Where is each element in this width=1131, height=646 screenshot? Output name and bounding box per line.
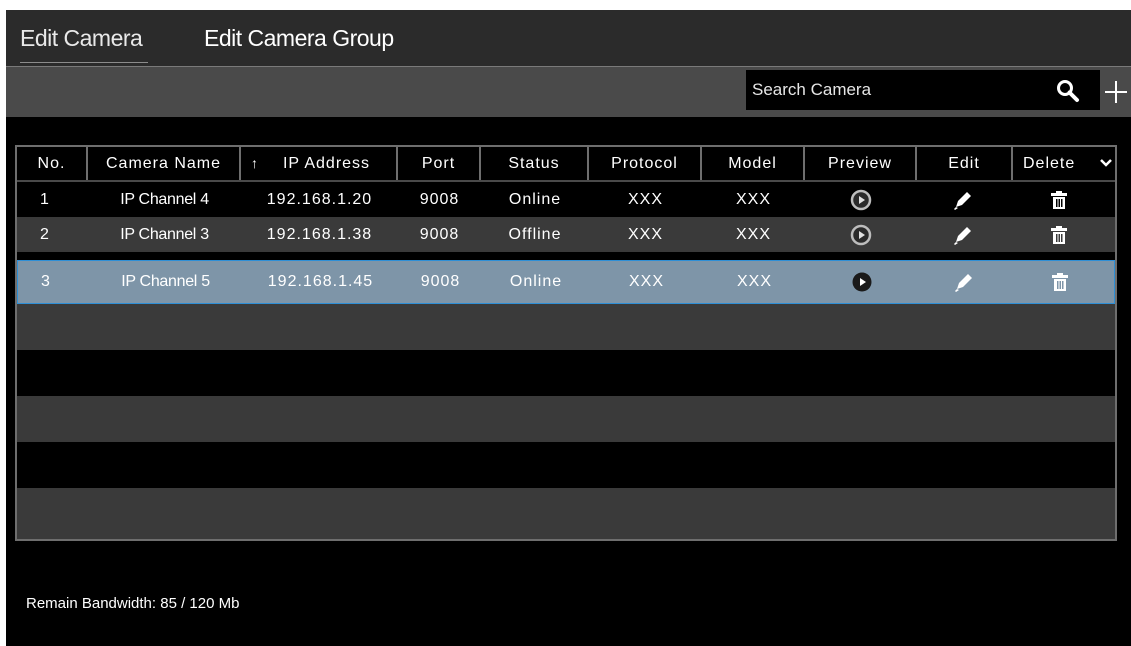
cell-camera-name: IP Channel 4 [120, 191, 209, 208]
cell-protocol: XXX [627, 226, 663, 243]
cell-model: XXX [736, 273, 772, 290]
remain-bandwidth-label: Remain Bandwidth: 85 / 120 Mb [26, 595, 240, 612]
row-spacer [17, 252, 1115, 260]
cell-model: XXX [735, 226, 771, 243]
sort-arrow-icon: ↑ [251, 155, 258, 171]
table-row[interactable]: 1 IP Channel 4 192.168.1.20 9008 Online … [17, 182, 1115, 217]
cell-camera-name: IP Channel 3 [120, 226, 209, 243]
edit-pencil-icon[interactable] [952, 189, 974, 211]
column-header-ip-address[interactable]: ↑ IP Address [241, 147, 398, 180]
column-header-preview[interactable]: Preview [805, 147, 917, 180]
camera-table: No. Camera Name ↑ IP Address Port Status… [15, 145, 1117, 541]
preview-play-icon[interactable] [851, 271, 873, 293]
table-row-selected[interactable]: 3 IP Channel 5 192.168.1.45 9008 Online … [17, 260, 1115, 304]
tab-edit-camera-group[interactable]: Edit Camera Group [204, 25, 394, 52]
preview-play-icon[interactable] [850, 189, 872, 211]
cell-port: 9008 [419, 191, 460, 208]
column-header-model[interactable]: Model [702, 147, 805, 180]
column-header-label: Camera Name [105, 155, 222, 172]
cell-status: Online [508, 191, 562, 208]
column-header-port[interactable]: Port [398, 147, 481, 180]
cell-status: Offline [508, 226, 562, 243]
delete-trash-icon[interactable] [1048, 224, 1070, 246]
column-header-status[interactable]: Status [481, 147, 589, 180]
cell-protocol: XXX [628, 273, 664, 290]
column-header-label: Port [421, 155, 456, 172]
column-header-label: Model [728, 155, 777, 172]
column-header-no[interactable]: No. [17, 147, 88, 180]
column-header-label: Edit [948, 155, 980, 172]
empty-row [17, 350, 1115, 396]
table-header: No. Camera Name ↑ IP Address Port Status… [17, 147, 1115, 182]
cell-ip-address: 192.168.1.20 [266, 191, 373, 208]
add-camera-plus-icon[interactable] [1103, 73, 1129, 109]
cell-port: 9008 [419, 226, 460, 243]
tab-bar: Edit Camera Edit Camera Group [6, 10, 1131, 66]
active-tab-underline [20, 62, 148, 63]
edit-pencil-icon[interactable] [952, 224, 974, 246]
delete-trash-icon[interactable] [1049, 271, 1071, 293]
empty-row [17, 488, 1115, 539]
cell-no: 2 [40, 226, 50, 243]
column-header-label: Preview [828, 155, 892, 172]
cell-status: Online [509, 273, 563, 290]
empty-row [17, 304, 1115, 350]
cell-ip-address: 192.168.1.38 [266, 226, 373, 243]
search-input[interactable] [752, 78, 1032, 102]
cell-model: XXX [735, 191, 771, 208]
empty-row [17, 396, 1115, 442]
cell-no: 1 [40, 191, 50, 208]
table-row[interactable]: 2 IP Channel 3 192.168.1.38 9008 Offline… [17, 217, 1115, 252]
cell-no: 3 [41, 273, 51, 290]
cell-camera-name: IP Channel 5 [121, 273, 210, 290]
search-box [746, 70, 1100, 110]
column-header-protocol[interactable]: Protocol [589, 147, 702, 180]
cell-protocol: XXX [627, 191, 663, 208]
column-header-edit[interactable]: Edit [917, 147, 1013, 180]
column-header-label: IP Address [282, 155, 371, 172]
edit-camera-panel: Edit Camera Edit Camera Group No. Camera… [6, 10, 1131, 646]
edit-pencil-icon[interactable] [953, 271, 975, 293]
column-header-delete[interactable]: Delete [1013, 147, 1115, 180]
chevron-down-icon[interactable] [1099, 157, 1113, 169]
column-header-label: Protocol [611, 155, 678, 172]
search-icon[interactable] [1056, 79, 1080, 103]
toolbar [6, 66, 1131, 117]
column-header-camera-name[interactable]: Camera Name [88, 147, 241, 180]
cell-port: 9008 [420, 273, 461, 290]
preview-play-icon[interactable] [850, 224, 872, 246]
tab-edit-camera[interactable]: Edit Camera [20, 25, 143, 52]
column-header-label: No. [37, 155, 66, 172]
empty-row [17, 442, 1115, 488]
column-header-label: Status [508, 155, 560, 172]
cell-ip-address: 192.168.1.45 [267, 273, 374, 290]
delete-trash-icon[interactable] [1048, 189, 1070, 211]
column-header-label: Delete [1023, 155, 1076, 172]
